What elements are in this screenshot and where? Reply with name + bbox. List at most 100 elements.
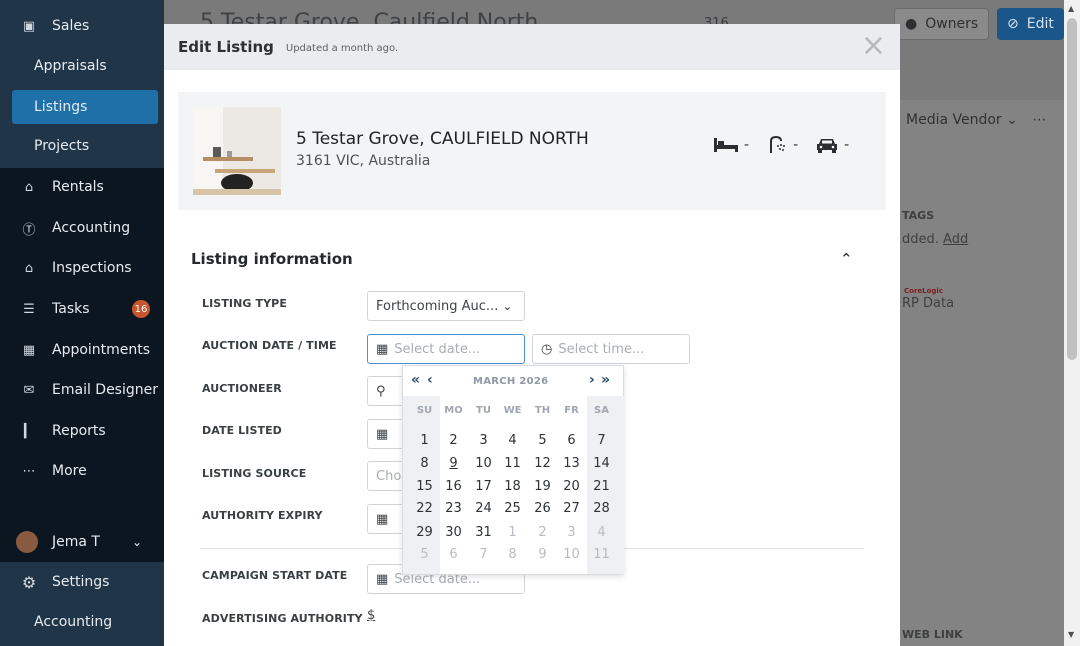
calendar-icon: ▦: [376, 341, 389, 357]
calendar-day[interactable]: 1: [410, 433, 439, 448]
sidebar-item-sales[interactable]: ▣ Sales: [0, 6, 164, 46]
weekday-header: WE: [503, 405, 522, 416]
calendar-day[interactable]: 3: [469, 433, 498, 448]
more-options-icon[interactable]: ⋯: [1032, 112, 1046, 128]
calendar-day[interactable]: 26: [528, 501, 557, 516]
calendar-day[interactable]: 1: [498, 525, 527, 540]
calendar-day[interactable]: 15: [410, 479, 439, 494]
calendar-day[interactable]: 10: [557, 547, 586, 562]
property-suburb: 3161 VIC, Australia: [296, 153, 431, 169]
authority-expiry-input[interactable]: ▦: [367, 504, 407, 534]
sidebar-sub-listings[interactable]: Listings: [12, 90, 158, 124]
auction-time-input[interactable]: ◷ Select time...: [532, 334, 690, 364]
sidebar-sub-projects[interactable]: Projects: [12, 129, 158, 163]
calendar-day[interactable]: 22: [410, 501, 439, 516]
tasks-count-badge: 16: [132, 300, 150, 318]
sidebar-item-label: Accounting: [52, 220, 131, 236]
calendar-day[interactable]: 9: [439, 456, 468, 471]
avatar: [16, 531, 38, 553]
calendar-day[interactable]: 2: [528, 525, 557, 540]
sidebar-item-reports[interactable]: ▎ Reports: [0, 411, 164, 451]
web-link-heading: WEB LINK: [902, 628, 963, 641]
calendar-day[interactable]: 3: [557, 525, 586, 540]
next-month-icon[interactable]: ›: [589, 372, 595, 388]
home-icon: ⌂: [24, 179, 34, 195]
listing-type-select[interactable]: Forthcoming Auc... ⌄: [367, 291, 525, 321]
calendar-day[interactable]: 31: [469, 525, 498, 540]
modal-header: Edit Listing Updated a month ago. ×: [164, 24, 900, 70]
calendar-day[interactable]: 17: [469, 479, 498, 494]
prev-month-icon[interactable]: ‹: [427, 372, 433, 388]
weekday-header: SU: [416, 405, 433, 416]
calendar-day[interactable]: 4: [498, 433, 527, 448]
calendar-day[interactable]: 13: [557, 456, 586, 471]
calendar-day[interactable]: 11: [587, 547, 616, 562]
calendar-day[interactable]: 6: [439, 547, 468, 562]
owners-label: Owners: [925, 16, 979, 32]
calendar-day[interactable]: 11: [498, 456, 527, 471]
calendar-day[interactable]: 23: [439, 501, 468, 516]
sidebar-item-more[interactable]: ⋯ More: [0, 451, 164, 491]
calendar-day[interactable]: 8: [498, 547, 527, 562]
sidebar-sub-accounting[interactable]: Accounting: [12, 605, 158, 639]
clock-icon: ◷: [541, 341, 553, 357]
calendar-day[interactable]: 21: [587, 479, 616, 494]
calendar-day[interactable]: 5: [410, 547, 439, 562]
calendar-day[interactable]: 7: [587, 433, 616, 448]
calendar-day[interactable]: 30: [439, 525, 468, 540]
calendar-day[interactable]: 27: [557, 501, 586, 516]
sidebar-item-appointments[interactable]: ▦ Appointments: [0, 330, 164, 370]
sidebar-item-inspections[interactable]: ⌂ Inspections: [0, 248, 164, 288]
sidebar-item-label: Rentals: [52, 179, 104, 195]
sidebar-item-rentals[interactable]: ⌂ Rentals: [0, 167, 164, 207]
weekday-header: TU: [476, 405, 491, 416]
sidebar-item-tasks[interactable]: ☰ Tasks 16: [0, 289, 164, 329]
calendar-day[interactable]: 12: [528, 456, 557, 471]
sidebar-item-email-designer[interactable]: ✉ Email Designer: [0, 370, 164, 410]
modal-title: Edit Listing: [178, 38, 274, 56]
add-tag-link[interactable]: Add: [943, 232, 968, 247]
calendar-day[interactable]: 4: [587, 525, 616, 540]
scroll-up-icon[interactable]: ▲: [1068, 4, 1074, 13]
scroll-down-icon[interactable]: ▼: [1068, 630, 1074, 639]
calendar-day[interactable]: 19: [528, 479, 557, 494]
advertising-authority-label: ADVERTISING AUTHORITY: [202, 612, 363, 625]
advertising-authority-value[interactable]: $: [367, 608, 375, 623]
owner-icon: ●: [905, 16, 918, 32]
auction-date-input[interactable]: ▦ Select date...: [367, 334, 525, 364]
calendar-day[interactable]: 18: [498, 479, 527, 494]
calendar-day[interactable]: 14: [587, 456, 616, 471]
user-menu[interactable]: Jema T ⌄: [0, 522, 164, 562]
calendar-day[interactable]: 24: [469, 501, 498, 516]
sidebar-sub-appraisals[interactable]: Appraisals: [12, 49, 158, 83]
sidebar-item-accounting[interactable]: Ⓣ Accounting: [0, 208, 164, 248]
media-vendor-dropdown[interactable]: Media Vendor ⌄ ⋯: [906, 112, 1046, 128]
close-icon[interactable]: ×: [861, 31, 886, 61]
calendar-day[interactable]: 2: [439, 433, 468, 448]
collapse-icon[interactable]: ⌃: [840, 250, 853, 268]
calendar-day[interactable]: 10: [469, 456, 498, 471]
calendar-day[interactable]: 6: [557, 433, 586, 448]
calendar-day[interactable]: 20: [557, 479, 586, 494]
prev-year-icon[interactable]: «: [411, 372, 420, 388]
calendar-day[interactable]: 28: [587, 501, 616, 516]
sidebar: ▣ Sales Appraisals Listings Projects ⌂ R…: [0, 0, 164, 646]
owners-button[interactable]: ● Owners: [894, 8, 990, 40]
scrollbar[interactable]: ▲ ▼: [1064, 0, 1080, 646]
listing-source-select[interactable]: Cho: [367, 461, 407, 491]
date-listed-input[interactable]: ▦: [367, 419, 407, 449]
auctioneer-search[interactable]: ⚲: [367, 376, 407, 406]
calendar-day[interactable]: 29: [410, 525, 439, 540]
edit-button[interactable]: ⊘ Edit: [997, 8, 1064, 40]
calendar-day[interactable]: 9: [528, 547, 557, 562]
calendar-day[interactable]: 25: [498, 501, 527, 516]
sidebar-item-settings[interactable]: ⚙ Settings: [0, 562, 164, 602]
carspaces-feature: -: [816, 137, 849, 153]
calendar-day[interactable]: 5: [528, 433, 557, 448]
next-year-icon[interactable]: »: [601, 372, 610, 388]
calendar-day[interactable]: 7: [469, 547, 498, 562]
calendar-month-year: MARCH 2026: [473, 376, 548, 387]
calendar-day[interactable]: 8: [410, 456, 439, 471]
scrollbar-thumb[interactable]: [1067, 18, 1077, 360]
calendar-day[interactable]: 16: [439, 479, 468, 494]
